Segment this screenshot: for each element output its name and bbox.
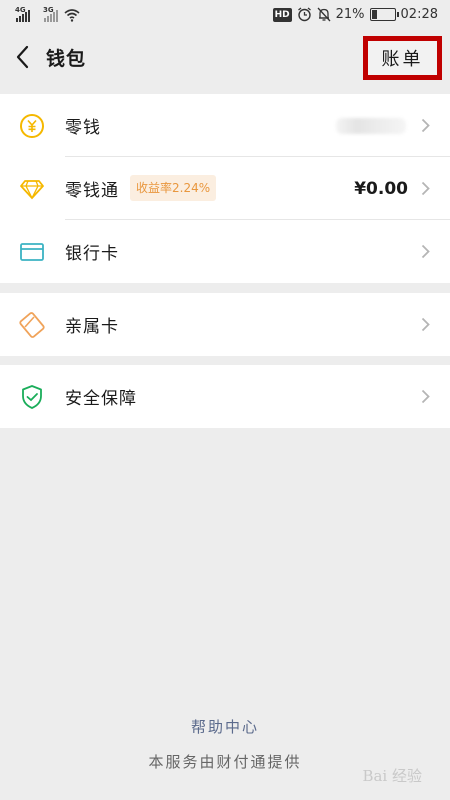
wifi-icon [64, 9, 80, 22]
signal-group: 4G 3G [15, 6, 80, 22]
list-item-change[interactable]: 零钱 [0, 94, 450, 157]
list-item-lingqiantong[interactable]: 零钱通 收益率2.24% ¥0.00 [0, 157, 450, 220]
chevron-right-icon [421, 118, 430, 133]
change-label: 零钱 [65, 118, 101, 138]
hd-badge: HD [272, 7, 292, 22]
chevron-right-icon [421, 244, 430, 259]
family-card-label: 亲属卡 [65, 317, 119, 337]
nav-bar: 钱包 账单 [0, 32, 450, 82]
cell-signal-2-icon: 3G [43, 6, 58, 22]
alarm-icon [297, 7, 311, 22]
battery-icon [369, 8, 399, 21]
change-balance-blurred [336, 118, 406, 134]
network-type-2: 3G [43, 6, 54, 14]
security-group: 安全保障 [0, 365, 450, 428]
clock-time: 02:28 [400, 7, 438, 22]
security-label: 安全保障 [65, 389, 137, 409]
chevron-right-icon [421, 317, 430, 332]
lingqiantong-amount: ¥0.00 [354, 178, 408, 199]
wallet-list: 零钱 零钱通 收益率2.24% ¥0.00 银行卡 [0, 94, 450, 283]
yield-badge: 收益率2.24% [130, 175, 217, 201]
back-arrow-icon[interactable] [12, 44, 36, 70]
watermark-logo: Bai 经验 [362, 767, 422, 785]
list-item-bank-card[interactable]: 银行卡 [0, 220, 450, 283]
cell-signal-1-icon: 4G [15, 6, 30, 22]
lingqiantong-label: 零钱通 [65, 181, 119, 201]
status-bar: 4G 3G HD 21% 02:28 [0, 0, 450, 32]
list-item-family-card[interactable]: 亲属卡 [0, 293, 450, 356]
shield-check-icon [22, 384, 42, 409]
family-card-group: 亲属卡 [0, 293, 450, 356]
bank-card-icon [20, 242, 44, 261]
battery-percent: 21% [335, 7, 365, 22]
bank-card-label: 银行卡 [65, 244, 119, 264]
page-title: 钱包 [46, 48, 87, 70]
network-type-1: 4G [15, 6, 26, 14]
family-card-icon [19, 311, 45, 338]
chevron-right-icon [421, 181, 430, 196]
yuan-coin-icon [20, 113, 44, 138]
diamond-icon [20, 179, 44, 199]
list-item-security[interactable]: 安全保障 [0, 365, 450, 428]
bill-button[interactable]: 账单 [363, 36, 442, 80]
mute-bell-icon [317, 7, 331, 22]
status-icons: HD 21% 02:28 [272, 7, 438, 22]
chevron-right-icon [421, 389, 430, 404]
help-center-link[interactable]: 帮助中心 [0, 716, 450, 737]
